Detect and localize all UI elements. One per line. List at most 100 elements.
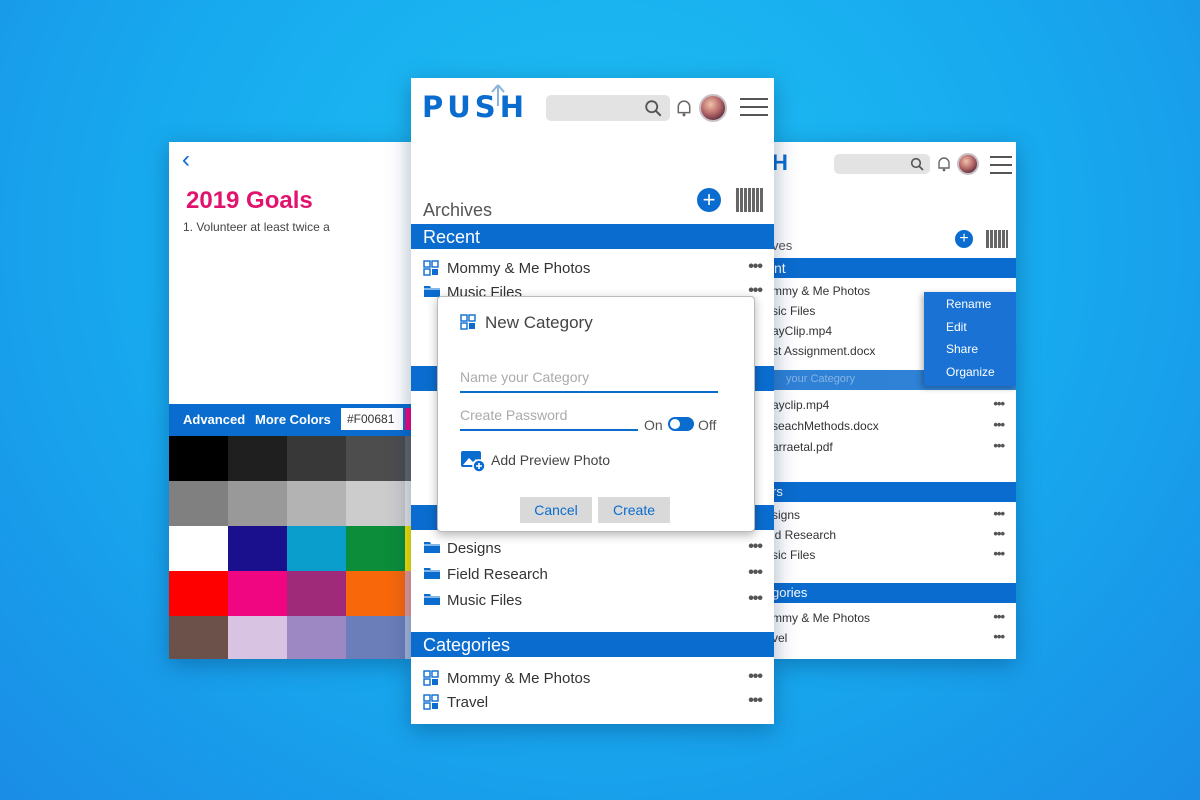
create-button[interactable]: Create xyxy=(598,497,670,523)
more-options-icon[interactable]: ••• xyxy=(748,258,763,276)
list-item-label: mmy & Me Photos xyxy=(772,284,871,298)
list-item-label: sic Files xyxy=(772,548,816,562)
more-options-icon[interactable]: ••• xyxy=(993,396,1005,411)
categories-header: Categories xyxy=(411,632,774,657)
dialog-title: New Category xyxy=(485,313,593,332)
color-swatch[interactable] xyxy=(287,571,346,617)
menu-icon[interactable] xyxy=(990,156,1012,180)
toggle-knob xyxy=(670,419,680,429)
tab-more-colors[interactable]: More Colors xyxy=(255,412,331,427)
color-swatch[interactable] xyxy=(228,481,287,527)
color-swatch[interactable] xyxy=(228,616,287,659)
list-item-label: Mommy & Me Photos xyxy=(447,670,591,687)
more-options-icon[interactable]: ••• xyxy=(993,506,1005,521)
more-options-icon[interactable]: ••• xyxy=(748,564,763,582)
add-button[interactable]: + xyxy=(697,188,721,212)
avatar[interactable] xyxy=(957,153,979,175)
search-icon[interactable] xyxy=(644,99,662,117)
list-item[interactable]: mmy & Me Photos ••• xyxy=(772,609,1016,631)
grid-view-icon[interactable] xyxy=(986,230,1008,248)
more-options-icon[interactable]: ••• xyxy=(993,609,1005,624)
more-options-icon[interactable]: ••• xyxy=(993,417,1005,432)
bell-icon[interactable] xyxy=(937,156,951,172)
color-swatch[interactable] xyxy=(346,436,405,482)
color-swatch[interactable] xyxy=(169,526,228,572)
color-swatch[interactable] xyxy=(228,436,287,482)
more-options-icon[interactable]: ••• xyxy=(993,438,1005,453)
color-swatch[interactable] xyxy=(169,436,228,482)
context-menu-item-share[interactable]: Share xyxy=(946,342,978,356)
color-swatch[interactable] xyxy=(169,571,228,617)
list-item[interactable]: sic Files ••• xyxy=(772,546,1016,568)
color-swatch[interactable] xyxy=(228,526,287,572)
note-title: 2019 Goals xyxy=(186,187,313,214)
search-input[interactable] xyxy=(546,95,670,121)
category-name-placeholder: Name your Category xyxy=(460,369,590,385)
list-item-label: Designs xyxy=(447,540,502,557)
new-category-dialog: New Category Name your Category Create P… xyxy=(437,296,755,532)
color-swatch[interactable] xyxy=(287,481,346,527)
search-icon[interactable] xyxy=(910,157,924,171)
color-tabs-bar: Advanced More Colors #F00681 xyxy=(169,404,413,436)
color-swatch[interactable] xyxy=(228,571,287,617)
password-toggle[interactable] xyxy=(668,417,694,431)
avatar[interactable] xyxy=(699,94,727,122)
context-menu-item-edit[interactable]: Edit xyxy=(946,320,967,334)
cancel-button[interactable]: Cancel xyxy=(520,497,592,523)
password-placeholder: Create Password xyxy=(460,407,568,423)
logo-fragment: H xyxy=(772,150,790,175)
bell-icon[interactable] xyxy=(676,98,692,118)
more-options-icon[interactable]: ••• xyxy=(993,629,1005,644)
more-options-icon[interactable]: ••• xyxy=(993,526,1005,541)
context-menu: Rename Edit Share Organize xyxy=(924,292,1016,386)
menu-icon[interactable] xyxy=(740,98,768,122)
search-input[interactable] xyxy=(834,154,930,174)
tab-advanced[interactable]: Advanced xyxy=(183,412,245,427)
add-button[interactable]: + xyxy=(955,230,973,248)
color-swatch[interactable] xyxy=(287,616,346,659)
hex-input[interactable]: #F00681 xyxy=(341,408,403,430)
list-item[interactable]: Field Research ••• xyxy=(411,564,774,586)
archives-title: Archives xyxy=(423,200,493,220)
color-swatch[interactable] xyxy=(346,481,405,527)
color-swatch[interactable] xyxy=(169,616,228,659)
context-menu-item-rename[interactable]: Rename xyxy=(946,297,991,311)
grid-view-icon[interactable] xyxy=(736,188,764,212)
more-options-icon[interactable]: ••• xyxy=(748,538,763,556)
note-body[interactable]: 1. Volunteer at least twice a xyxy=(183,220,330,234)
more-options-icon[interactable]: ••• xyxy=(748,692,763,710)
color-swatch[interactable] xyxy=(287,526,346,572)
list-item[interactable]: Music Files ••• xyxy=(411,590,774,612)
toggle-on-label: On xyxy=(644,417,663,433)
password-input[interactable]: Create Password xyxy=(460,405,638,431)
more-options-icon[interactable]: ••• xyxy=(748,668,763,686)
folder-icon xyxy=(423,592,441,608)
overlay-text: your Category xyxy=(786,373,856,385)
list-item-label: arraetal.pdf xyxy=(772,440,833,454)
color-swatch[interactable] xyxy=(287,436,346,482)
list-item-label: mmy & Me Photos xyxy=(772,611,871,625)
list-item[interactable]: Designs ••• xyxy=(411,538,774,560)
list-item[interactable]: ld Research ••• xyxy=(772,526,1016,548)
list-item[interactable]: Travel ••• xyxy=(411,692,774,714)
context-menu-item-organize[interactable]: Organize xyxy=(946,365,995,379)
folder-icon xyxy=(423,540,441,556)
list-item[interactable]: seachMethods.docx ••• xyxy=(772,417,1016,439)
color-swatch[interactable] xyxy=(169,481,228,527)
more-options-icon[interactable]: ••• xyxy=(993,546,1005,561)
category-name-input[interactable]: Name your Category xyxy=(460,367,718,393)
color-swatch[interactable] xyxy=(346,571,405,617)
list-item[interactable]: arraetal.pdf ••• xyxy=(772,438,1016,460)
list-item[interactable]: Mommy & Me Photos ••• xyxy=(411,668,774,690)
list-item[interactable]: vel ••• xyxy=(772,629,1016,651)
list-item[interactable]: ayclip.mp4 ••• xyxy=(772,396,1016,418)
add-preview-photo-button[interactable]: Add Preview Photo xyxy=(460,449,660,473)
category-icon xyxy=(423,694,441,710)
recent-header: nt xyxy=(772,258,1016,278)
color-swatch[interactable] xyxy=(346,616,405,659)
back-icon[interactable]: ‹ xyxy=(182,146,190,174)
color-swatch[interactable] xyxy=(346,526,405,572)
list-item[interactable]: Mommy & Me Photos ••• xyxy=(411,258,774,280)
list-item[interactable]: signs ••• xyxy=(772,506,1016,528)
more-options-icon[interactable]: ••• xyxy=(748,590,763,608)
